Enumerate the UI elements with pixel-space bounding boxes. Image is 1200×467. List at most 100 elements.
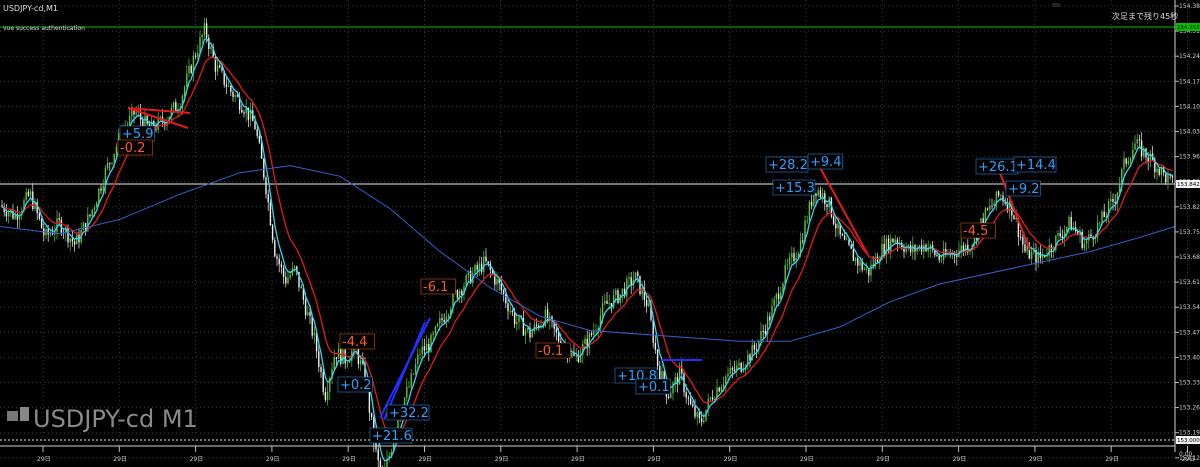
candle-body	[254, 121, 256, 130]
candle-body	[274, 240, 276, 257]
price-tick-label: 153.965	[1179, 154, 1200, 161]
candle-body	[518, 316, 520, 322]
candle-body	[775, 293, 778, 300]
candle-body	[733, 369, 736, 371]
candle-body	[722, 384, 725, 388]
candle-body	[993, 203, 995, 206]
moving-averages-layer	[0, 38, 1176, 462]
price-tick-label: 153.475	[1179, 329, 1200, 336]
candle-body	[100, 188, 102, 191]
candle-body	[709, 397, 712, 399]
time-tick-label: 29日	[190, 456, 204, 463]
candle-body	[725, 376, 727, 385]
candle-body	[135, 112, 137, 115]
candle-body	[769, 316, 771, 321]
candle-body	[989, 205, 991, 210]
candle-body	[738, 362, 740, 366]
candle-body	[115, 146, 118, 154]
candle-body	[443, 319, 445, 322]
candle-body	[700, 418, 703, 423]
candle-body	[815, 193, 817, 196]
trade-annotations-layer: +5.9-0.2-6.1-4.4+0.2+32.2+21.6-0.1+10.8+…	[117, 107, 1057, 444]
candle-body	[1134, 143, 1136, 150]
candle-body	[7, 212, 10, 217]
time-tick-label: 29日	[495, 456, 509, 463]
candle-body	[1127, 161, 1130, 164]
candle-body	[760, 331, 762, 341]
candle-body	[425, 343, 428, 351]
candle-body	[1125, 158, 1127, 164]
candle-body	[531, 331, 533, 338]
candle-body	[606, 300, 608, 304]
candle-body	[870, 264, 872, 276]
candle-body	[1013, 215, 1015, 220]
candle-body	[535, 324, 538, 326]
candle-body	[58, 218, 60, 220]
candle-body	[111, 162, 113, 164]
candle-body	[1068, 216, 1070, 228]
candle-body	[27, 191, 30, 196]
price-tick-label: 153.195	[1179, 430, 1200, 437]
candle-body	[1085, 240, 1088, 244]
candle-body	[628, 277, 630, 279]
time-tick-label: 29日	[1105, 456, 1119, 463]
candle-body	[456, 290, 459, 298]
candle-body	[764, 331, 767, 334]
candle-body	[863, 269, 866, 271]
candle-body	[188, 65, 190, 74]
symbol-title: USDJPY-cd,M1	[3, 4, 58, 13]
candle-body	[1167, 174, 1169, 183]
candle-body	[232, 91, 234, 97]
candle-body	[271, 225, 274, 241]
price-tick-label: 153.335	[1179, 380, 1200, 387]
candle-body	[434, 326, 437, 334]
price-tick-label: 153.685	[1179, 254, 1200, 261]
countdown-text: 次足まで残り45秒	[1112, 11, 1178, 21]
time-tick-label: 29日	[800, 456, 814, 463]
bottom-subvalue-label: 0.00	[1179, 451, 1193, 458]
candle-body	[810, 201, 813, 206]
candle-body	[483, 256, 485, 273]
candle-body	[604, 300, 606, 304]
candle-body	[47, 228, 49, 235]
candle-body	[359, 360, 362, 365]
candle-body	[859, 260, 861, 266]
candle-body	[197, 52, 199, 57]
candle-body	[703, 420, 705, 423]
candle-body	[826, 204, 828, 208]
candle-body	[1083, 243, 1086, 249]
candle-body	[225, 84, 228, 87]
candle-body	[1103, 211, 1105, 218]
candle-body	[832, 216, 835, 224]
candle-body	[175, 102, 177, 111]
candle-body	[692, 404, 694, 407]
drag-handle-icon[interactable]	[1052, 3, 1060, 7]
candle-body	[73, 241, 76, 245]
candle-body	[890, 238, 892, 252]
watermark-label: USDJPY-cd M1	[33, 405, 198, 433]
price-chart[interactable]: +5.9-0.2-6.1-4.4+0.2+32.2+21.6-0.1+10.8+…	[0, 0, 1200, 467]
candle-body	[333, 357, 335, 370]
candle-body	[634, 272, 637, 280]
candle-body	[265, 177, 267, 195]
candle-body	[201, 34, 203, 38]
candle-body	[731, 368, 734, 370]
candle-body	[837, 223, 839, 229]
candle-body	[82, 223, 85, 231]
candle-body	[654, 342, 657, 350]
candle-body	[645, 299, 648, 307]
candle-body	[841, 234, 844, 236]
candle-body	[762, 331, 764, 332]
time-tick-label: 29日	[953, 456, 967, 463]
time-tick-label: 29日	[876, 456, 890, 463]
candle-body	[1121, 168, 1123, 184]
candle-body	[639, 275, 641, 295]
ask-price-label: 154.352	[1177, 25, 1200, 31]
candle-body	[89, 214, 91, 216]
candle-body	[322, 372, 324, 392]
candle-body	[219, 65, 221, 68]
candle-body	[786, 264, 789, 266]
trade-label: +9.2	[1008, 182, 1040, 197]
candle-body	[436, 323, 439, 327]
grid-layer	[0, 0, 1188, 459]
